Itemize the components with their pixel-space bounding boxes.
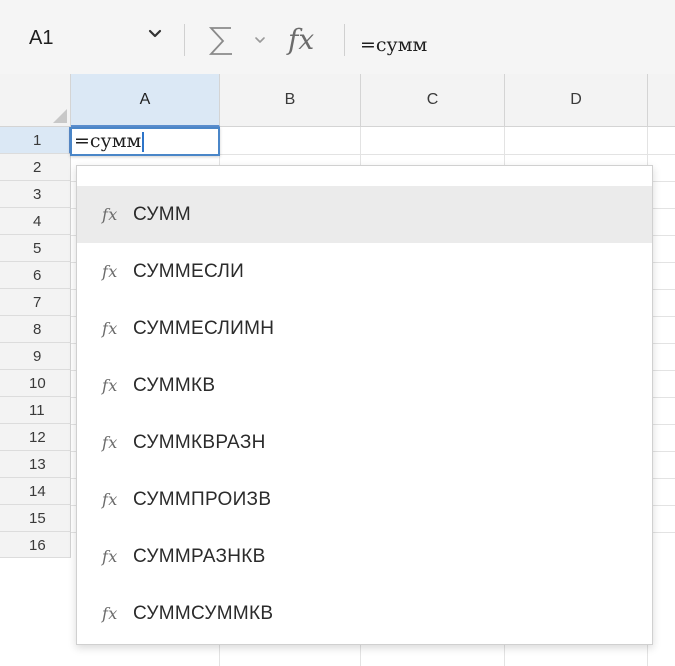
- cell-edit-text: =сумм: [74, 130, 142, 152]
- autocomplete-item[interactable]: fx СУММЕСЛИ: [77, 243, 652, 300]
- function-icon: fx: [102, 547, 118, 566]
- row-header-5[interactable]: 5: [0, 235, 71, 262]
- autocomplete-item[interactable]: fx СУММПРОИЗВ: [77, 471, 652, 528]
- function-icon: fx: [102, 319, 118, 338]
- autocomplete-item-label: СУММКВ: [133, 374, 216, 396]
- function-icon: fx: [102, 205, 118, 224]
- insert-function-icon[interactable]: fx: [288, 23, 330, 57]
- function-icon: fx: [102, 604, 118, 623]
- row-header-15[interactable]: 15: [0, 505, 71, 532]
- function-autocomplete-list: fx СУММ fx СУММЕСЛИ fx СУММЕСЛИМН fx СУМ…: [76, 165, 653, 645]
- row-header-10[interactable]: 10: [0, 370, 71, 397]
- formula-bar: A1 fx =сумм: [0, 0, 675, 75]
- row-header-14[interactable]: 14: [0, 478, 71, 505]
- autocomplete-item[interactable]: fx СУММ: [77, 186, 652, 243]
- row-header-1[interactable]: 1: [0, 127, 71, 154]
- autocomplete-item[interactable]: fx СУММРАЗНКВ: [77, 528, 652, 585]
- text-caret: [142, 132, 145, 152]
- autocomplete-item-label: СУММПРОИЗВ: [133, 488, 272, 510]
- autocomplete-item-label: СУММЕСЛИ: [133, 260, 245, 282]
- autocomplete-item-label: СУММСУММКВ: [133, 602, 274, 624]
- function-icon: fx: [102, 376, 118, 395]
- row-header-11[interactable]: 11: [0, 397, 71, 424]
- column-header-d[interactable]: D: [505, 74, 648, 127]
- row-header-7[interactable]: 7: [0, 289, 71, 316]
- select-all-triangle-icon: [53, 109, 67, 123]
- autocomplete-item[interactable]: fx СУММКВРАЗН: [77, 414, 652, 471]
- function-icon: fx: [102, 433, 118, 452]
- row-header-3[interactable]: 3: [0, 181, 71, 208]
- sum-icon[interactable]: [205, 24, 239, 58]
- autocomplete-item-label: СУММРАЗНКВ: [133, 545, 266, 567]
- row-header-12[interactable]: 12: [0, 424, 71, 451]
- name-box-value: A1: [29, 26, 54, 49]
- row-header-13[interactable]: 13: [0, 451, 71, 478]
- chevron-down-icon[interactable]: [253, 33, 267, 47]
- row-header-2[interactable]: 2: [0, 154, 71, 181]
- column-header-b[interactable]: B: [220, 74, 361, 127]
- function-icon: fx: [102, 262, 118, 281]
- active-cell-a1[interactable]: =сумм: [70, 127, 220, 156]
- row-header-8[interactable]: 8: [0, 316, 71, 343]
- formula-input[interactable]: =сумм: [360, 30, 427, 60]
- row-header-6[interactable]: 6: [0, 262, 71, 289]
- row-header-16[interactable]: 16: [0, 532, 71, 558]
- autocomplete-item[interactable]: fx СУММЕСЛИМН: [77, 300, 652, 357]
- chevron-down-icon[interactable]: [146, 24, 164, 42]
- autocomplete-item[interactable]: fx СУММКВ: [77, 357, 652, 414]
- select-all-corner[interactable]: [0, 74, 71, 127]
- autocomplete-item-label: СУММЕСЛИМН: [133, 317, 275, 339]
- autocomplete-item-label: СУММКВРАЗН: [133, 431, 266, 453]
- row-header-9[interactable]: 9: [0, 343, 71, 370]
- function-icon: fx: [102, 490, 118, 509]
- column-header-a[interactable]: A: [71, 74, 220, 127]
- divider: [344, 24, 345, 56]
- name-box[interactable]: A1: [0, 22, 178, 54]
- autocomplete-item-label: СУММ: [133, 203, 192, 225]
- autocomplete-item[interactable]: fx СУММСУММКВ: [77, 585, 652, 642]
- column-header-c[interactable]: C: [361, 74, 505, 127]
- divider: [184, 24, 185, 56]
- column-header-e[interactable]: [648, 74, 675, 127]
- row-header-4[interactable]: 4: [0, 208, 71, 235]
